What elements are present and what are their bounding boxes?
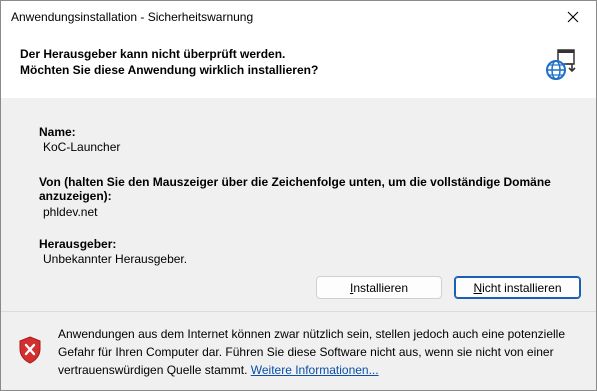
publisher-label: Herausgeber: <box>39 237 117 251</box>
install-button-label: Installieren <box>349 280 409 295</box>
name-value: KoC-Launcher <box>43 140 121 154</box>
warning-line-2: Gefahr für Ihren Computer dar. Führen Si… <box>58 345 554 359</box>
window-title: Anwendungsinstallation - Sicherheitswarn… <box>11 10 254 24</box>
warning-line-3: vertrauenswürdigen Quelle stammt. Weiter… <box>58 361 583 379</box>
more-info-link[interactable]: Weitere Informationen... <box>251 363 379 377</box>
header-line-2: Möchten Sie diese Anwendung wirklich ins… <box>20 63 319 77</box>
warning-line-1: Anwendungen aus dem Internet können zwar… <box>58 327 565 341</box>
dont-install-button-label: Nicht installieren <box>473 280 562 295</box>
security-warning-dialog: Anwendungsinstallation - Sicherheitswarn… <box>0 0 597 391</box>
close-button[interactable] <box>550 1 596 32</box>
header-line-1: Der Herausgeber kann nicht überprüft wer… <box>20 47 286 61</box>
warning-line-3-text: vertrauenswürdigen Quelle stammt. <box>58 363 251 377</box>
globe-install-icon <box>546 49 576 80</box>
dialog-header: Der Herausgeber kann nicht überprüft wer… <box>1 32 596 98</box>
shield-error-icon <box>19 336 41 364</box>
dont-install-button[interactable]: Nicht installieren <box>454 276 581 299</box>
close-icon <box>567 11 579 22</box>
warning-message: Anwendungen aus dem Internet können zwar… <box>58 325 583 379</box>
name-label: Name: <box>39 125 76 139</box>
from-label-line-1: Von (halten Sie den Mauszeiger über die … <box>39 175 551 189</box>
from-value[interactable]: phldev.net <box>43 205 98 219</box>
details-panel: Name: KoC-Launcher Von (halten Sie den M… <box>1 98 596 311</box>
title-bar: Anwendungsinstallation - Sicherheitswarn… <box>1 1 596 32</box>
warning-area: Anwendungen aus dem Internet können zwar… <box>1 312 596 390</box>
publisher-value: Unbekannter Herausgeber. <box>43 252 188 266</box>
from-label-line-2: anzuzeigen): <box>39 189 112 203</box>
install-button[interactable]: Installieren <box>316 276 442 299</box>
header-message: Der Herausgeber kann nicht überprüft wer… <box>20 46 318 78</box>
